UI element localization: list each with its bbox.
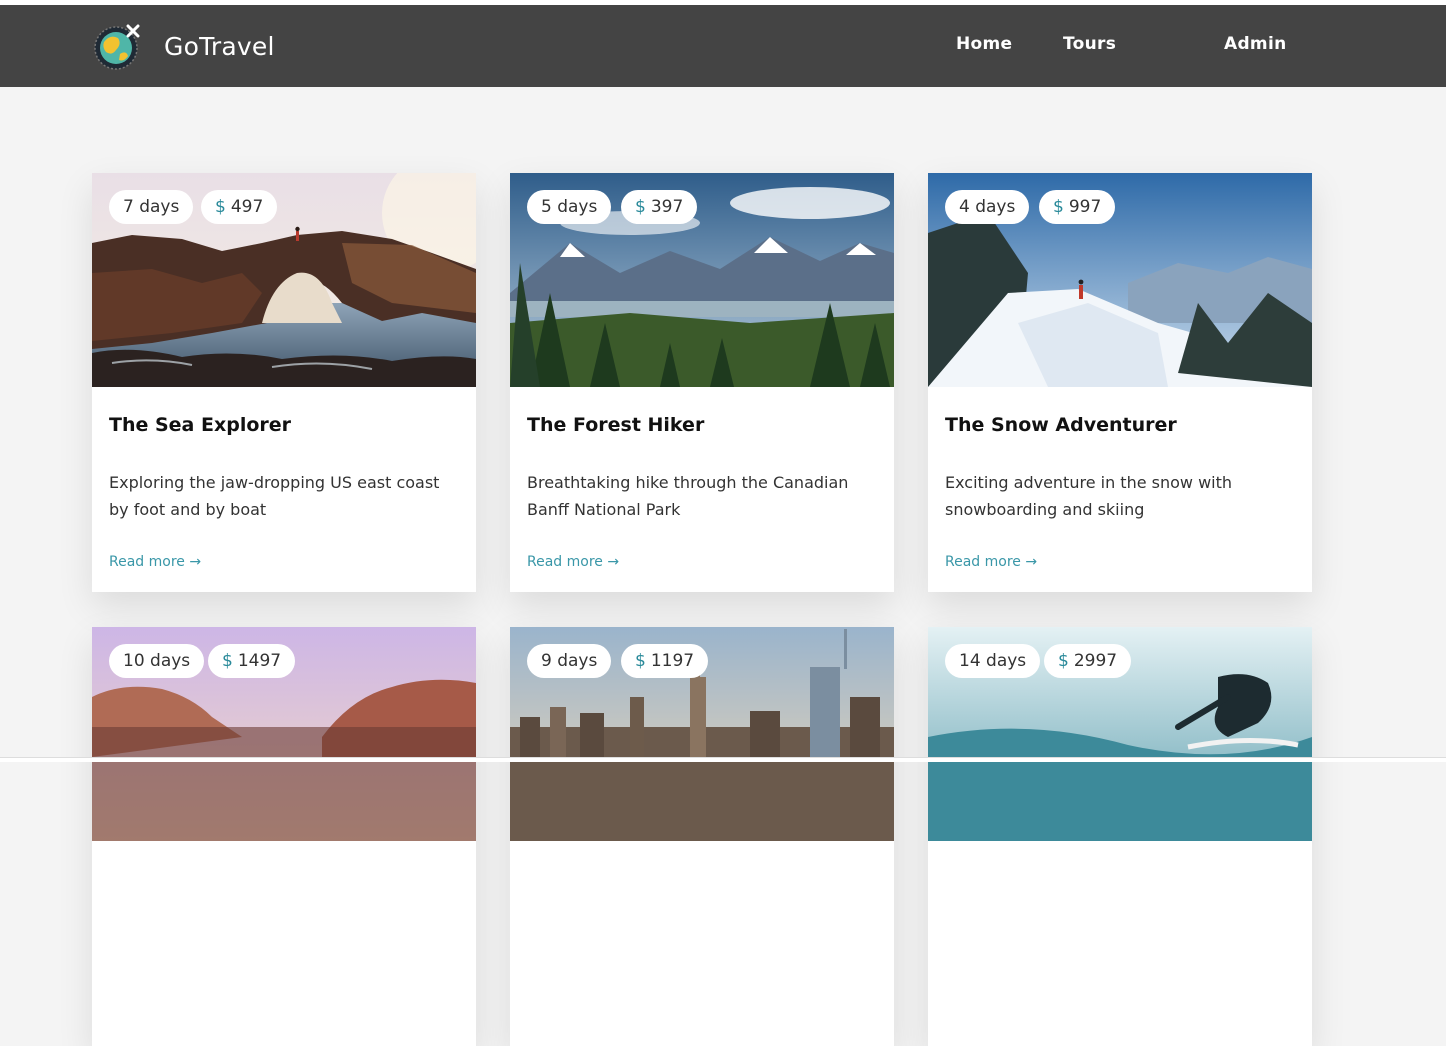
price-value: 497 xyxy=(230,197,264,217)
price-value: 1197 xyxy=(650,651,695,671)
duration-badge: 7 days xyxy=(109,190,194,224)
tour-description: Exploring the jaw-dropping US east coast… xyxy=(109,473,440,519)
duration-badge: 5 days xyxy=(527,190,612,224)
tour-title: The Sea Explorer xyxy=(109,414,292,436)
price-value: 997 xyxy=(1068,197,1102,217)
globe-plane-logo-icon xyxy=(94,24,140,70)
brand-name: GoTravel xyxy=(164,31,275,61)
window-bottom-edge xyxy=(0,757,1446,762)
currency-symbol: $ xyxy=(1058,651,1069,671)
duration-badge: 4 days xyxy=(945,190,1030,224)
tour-card[interactable]: 9 days $1197 xyxy=(510,627,894,1046)
price-badge: $397 xyxy=(621,190,698,224)
tour-card[interactable]: 10 days $1497 xyxy=(92,627,476,1046)
nav-home[interactable]: Home xyxy=(956,34,1012,54)
currency-symbol: $ xyxy=(1053,197,1064,217)
nav-admin[interactable]: Admin xyxy=(1224,34,1286,54)
price-badge: $497 xyxy=(201,190,278,224)
tour-title: The Forest Hiker xyxy=(527,414,705,436)
currency-symbol: $ xyxy=(635,197,646,217)
tour-title: The Snow Adventurer xyxy=(945,414,1177,436)
tour-card[interactable]: 4 days $997 The Snow Adventurer Exciting… xyxy=(928,173,1312,592)
read-more-link[interactable]: Read more → xyxy=(109,554,201,570)
price-value: 397 xyxy=(650,197,684,217)
price-badge: $1497 xyxy=(208,644,296,678)
duration-badge: 10 days xyxy=(109,644,205,678)
read-more-link[interactable]: Read more → xyxy=(527,554,619,570)
nav-tours[interactable]: Tours xyxy=(1063,34,1116,54)
price-badge: $2997 xyxy=(1044,644,1132,678)
tour-card[interactable]: 7 days $497 The Sea Explorer Exploring t… xyxy=(92,173,476,592)
currency-symbol: $ xyxy=(215,197,226,217)
duration-badge: 9 days xyxy=(527,644,612,678)
read-more-link[interactable]: Read more → xyxy=(945,554,1037,570)
price-value: 2997 xyxy=(1073,651,1118,671)
price-value: 1497 xyxy=(237,651,282,671)
price-badge: $997 xyxy=(1039,190,1116,224)
price-badge: $1197 xyxy=(621,644,709,678)
navbar: GoTravel Home Tours Admin xyxy=(0,5,1446,87)
currency-symbol: $ xyxy=(635,651,646,671)
brand-link[interactable]: GoTravel xyxy=(92,19,275,73)
tour-description: Breathtaking hike through the Canadian B… xyxy=(527,473,849,519)
currency-symbol: $ xyxy=(222,651,233,671)
tour-card[interactable]: 14 days $2997 xyxy=(928,627,1312,1046)
tour-description: Exciting adventure in the snow with snow… xyxy=(945,473,1233,519)
duration-badge: 14 days xyxy=(945,644,1041,678)
tour-card[interactable]: 5 days $397 The Forest Hiker Breathtakin… xyxy=(510,173,894,592)
